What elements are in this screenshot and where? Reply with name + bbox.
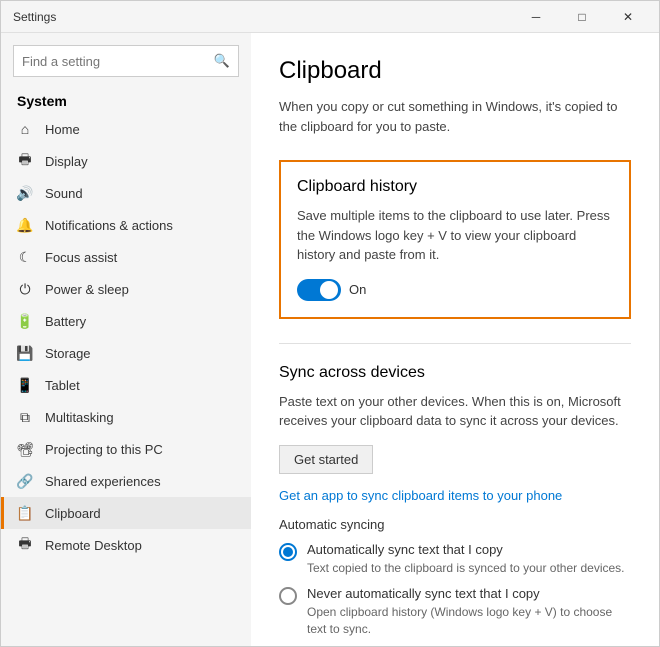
sidebar: 🔍 System ⌂ Home 🖶 Display 🔊 Sound 🔔 Noti…: [1, 33, 251, 646]
sidebar-item-label: Clipboard: [45, 506, 101, 521]
sidebar-item-label: Shared experiences: [45, 474, 161, 489]
sidebar-item-label: Display: [45, 154, 88, 169]
sidebar-item-label: Multitasking: [45, 410, 114, 425]
toggle-row: On: [297, 279, 613, 301]
display-icon: 🖶: [17, 153, 33, 169]
radio-auto-label: Automatically sync text that I copy: [307, 542, 625, 557]
sidebar-item-home[interactable]: ⌂ Home: [1, 113, 251, 145]
radio-auto-inner: [283, 547, 293, 557]
sidebar-item-display[interactable]: 🖶 Display: [1, 145, 251, 177]
sidebar-item-label: Sound: [45, 186, 83, 201]
system-section-title: System: [1, 85, 251, 113]
clipboard-history-toggle[interactable]: [297, 279, 341, 301]
sidebar-item-label: Battery: [45, 314, 86, 329]
toggle-label: On: [349, 282, 366, 297]
sidebar-item-sound[interactable]: 🔊 Sound: [1, 177, 251, 209]
auto-sync-label: Automatic syncing: [279, 517, 631, 532]
phone-sync-link[interactable]: Get an app to sync clipboard items to yo…: [279, 488, 631, 503]
sidebar-item-battery[interactable]: 🔋 Battery: [1, 305, 251, 337]
radio-never-label: Never automatically sync text that I cop…: [307, 586, 631, 601]
divider: [279, 343, 631, 344]
close-button[interactable]: ✕: [605, 1, 651, 33]
content-area: Clipboard When you copy or cut something…: [251, 33, 659, 646]
sidebar-item-label: Remote Desktop: [45, 538, 142, 553]
sidebar-item-clipboard[interactable]: 📋 Clipboard: [1, 497, 251, 529]
get-started-button[interactable]: Get started: [279, 445, 373, 474]
radio-never-subtext: Open clipboard history (Windows logo key…: [307, 604, 631, 638]
page-title: Clipboard: [279, 57, 631, 85]
radio-auto-subtext: Text copied to the clipboard is synced t…: [307, 560, 625, 577]
battery-icon: 🔋: [17, 313, 33, 329]
projecting-icon: 📽: [17, 441, 33, 457]
notifications-icon: 🔔: [17, 217, 33, 233]
search-icon: 🔍: [214, 53, 230, 69]
sidebar-item-power[interactable]: ⏻ Power & sleep: [1, 273, 251, 305]
main-content: 🔍 System ⌂ Home 🖶 Display 🔊 Sound 🔔 Noti…: [1, 33, 659, 646]
sidebar-item-label: Notifications & actions: [45, 218, 173, 233]
sidebar-item-label: Power & sleep: [45, 282, 129, 297]
sound-icon: 🔊: [17, 185, 33, 201]
clipboard-history-section: Clipboard history Save multiple items to…: [279, 160, 631, 319]
window-controls: ─ □ ✕: [513, 1, 651, 33]
search-box[interactable]: 🔍: [13, 45, 239, 77]
maximize-button[interactable]: □: [559, 1, 605, 33]
sidebar-item-multitasking[interactable]: ⧉ Multitasking: [1, 401, 251, 433]
sidebar-item-projecting[interactable]: 📽 Projecting to this PC: [1, 433, 251, 465]
sidebar-item-label: Storage: [45, 346, 91, 361]
clipboard-history-title: Clipboard history: [297, 178, 613, 196]
remote-icon: 🖶: [17, 537, 33, 553]
sidebar-item-notifications[interactable]: 🔔 Notifications & actions: [1, 209, 251, 241]
search-input[interactable]: [22, 54, 214, 69]
radio-option-never[interactable]: Never automatically sync text that I cop…: [279, 586, 631, 638]
sidebar-item-label: Focus assist: [45, 250, 117, 265]
window-title: Settings: [13, 10, 56, 24]
sidebar-item-label: Tablet: [45, 378, 80, 393]
clipboard-icon: 📋: [17, 505, 33, 521]
sidebar-item-label: Home: [45, 122, 80, 137]
sidebar-item-remote[interactable]: 🖶 Remote Desktop: [1, 529, 251, 561]
radio-auto-button[interactable]: [279, 543, 297, 561]
storage-icon: 💾: [17, 345, 33, 361]
sync-title: Sync across devices: [279, 364, 631, 382]
title-bar: Settings ─ □ ✕: [1, 1, 659, 33]
minimize-button[interactable]: ─: [513, 1, 559, 33]
power-icon: ⏻: [17, 281, 33, 297]
sidebar-item-label: Projecting to this PC: [45, 442, 163, 457]
radio-auto-text-group: Automatically sync text that I copy Text…: [307, 542, 625, 577]
home-icon: ⌂: [17, 121, 33, 137]
shared-icon: 🔗: [17, 473, 33, 489]
sidebar-item-tablet[interactable]: 📱 Tablet: [1, 369, 251, 401]
sidebar-item-storage[interactable]: 💾 Storage: [1, 337, 251, 369]
radio-option-auto[interactable]: Automatically sync text that I copy Text…: [279, 542, 631, 577]
focus-icon: ☾: [17, 249, 33, 265]
clipboard-history-description: Save multiple items to the clipboard to …: [297, 206, 613, 265]
sidebar-item-focus[interactable]: ☾ Focus assist: [1, 241, 251, 273]
settings-window: Settings ─ □ ✕ 🔍 System ⌂ Home 🖶 Display: [0, 0, 660, 647]
multitasking-icon: ⧉: [17, 409, 33, 425]
tablet-icon: 📱: [17, 377, 33, 393]
page-description: When you copy or cut something in Window…: [279, 97, 631, 136]
sync-description: Paste text on your other devices. When t…: [279, 392, 631, 431]
sidebar-item-shared[interactable]: 🔗 Shared experiences: [1, 465, 251, 497]
radio-never-button[interactable]: [279, 587, 297, 605]
radio-never-text-group: Never automatically sync text that I cop…: [307, 586, 631, 638]
